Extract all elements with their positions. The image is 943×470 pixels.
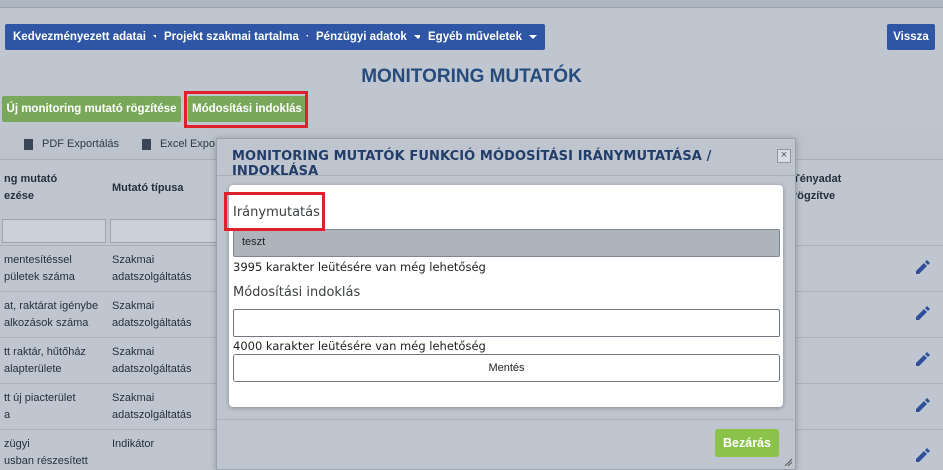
header-line: ezése [4,190,34,202]
cell-line: Szakmai [112,254,155,266]
nav-label: Projekt szakmai tartalma [164,31,299,43]
pdf-export-button[interactable]: PDF Exportálás [24,138,119,150]
modal-divider [217,175,797,176]
nav-penzugyi-adatok[interactable]: Pénzügyi adatok [308,24,430,50]
cell-line: Szakmai [112,300,155,312]
table-row-name: zügyi usban részesített [4,436,88,470]
edit-pencil-icon[interactable] [913,258,931,276]
guidance-textarea[interactable]: teszt [233,229,780,257]
table-row-name: tt új piacterület a [4,390,76,424]
reason-textarea[interactable] [233,309,780,337]
cell-line: Szakmai [112,392,155,404]
header-line: Tényadat [793,173,842,185]
header-line: rögzítve [793,190,836,202]
page-title: MONITORING MUTATÓK [361,66,582,87]
cell-line: alapterülete [4,363,62,375]
top-strip [0,0,943,8]
reason-label: Módosítási indoklás [233,285,361,300]
highlight-box-justify-button [184,91,308,128]
cell-line: a [4,409,11,421]
nav-projekt-szakmai-tartalma[interactable]: Projekt szakmai tartalma [156,24,322,50]
back-button[interactable]: Vissza [887,24,935,50]
table-row-type: Szakmai adatszolgáltatás [112,344,192,378]
edit-pencil-icon[interactable] [913,350,931,368]
cell-line: Indikátor [112,438,155,450]
filter-input-type[interactable] [110,219,220,243]
column-header-type: Mutató típusa [112,182,184,194]
table-row-name: at, raktárat igénybe alkozások száma [4,298,98,332]
cell-line: adatszolgáltatás [112,363,192,375]
cell-line: at, raktárat igénybe [4,300,99,312]
modal-footer-divider [217,419,797,420]
justification-modal: MONITORING MUTATÓK FUNKCIÓ MÓDOSÍTÁSI IR… [216,138,797,470]
cell-line: Szakmai [112,346,155,358]
cell-line: adatszolgáltatás [112,317,192,329]
cell-line: zügyi [4,438,30,450]
column-header-name: ng mutató ezése [4,171,57,205]
pdf-file-icon [24,138,33,150]
nav-label: Egyéb műveletek [428,31,522,43]
new-indicator-button[interactable]: Új monitoring mutató rögzítése [2,96,181,122]
cell-line: tt raktár, hűtőház [4,346,86,358]
excel-export-button[interactable]: Excel Expo [142,138,215,150]
cell-line: usban részesített [4,455,88,467]
cell-line: alkozások száma [4,317,89,329]
table-row-type: Szakmai adatszolgáltatás [112,298,192,332]
excel-export-label: Excel Expo [160,138,216,150]
header-line: ng mutató [4,173,58,185]
edit-pencil-icon[interactable] [913,396,931,414]
save-button[interactable]: Mentés [233,354,780,382]
table-row-type: Szakmai adatszolgáltatás [112,252,192,286]
nav-egyeb-muveletek[interactable]: Egyéb műveletek [420,24,545,50]
table-row-name: tt raktár, hűtőház alapterülete [4,344,86,378]
caret-down-icon [528,35,537,39]
edit-pencil-icon[interactable] [913,446,931,464]
cell-line: mentesítéssel [4,254,72,266]
nav-kedvezmenyezett-adatai[interactable]: Kedvezményezett adatai [5,24,169,50]
nav-label: Pénzügyi adatok [316,31,407,43]
cell-line: tt új piacterület [4,392,76,404]
pdf-export-label: PDF Exportálás [42,138,120,150]
resize-grip-icon[interactable] [784,458,792,466]
guidance-char-hint: 3995 karakter leütésére van még lehetősé… [233,260,486,274]
cell-line: adatszolgáltatás [112,271,192,283]
table-row-name: mentesítéssel pületek száma [4,252,75,286]
highlight-box-guidance-label [224,192,325,231]
table-row-type: Szakmai adatszolgáltatás [112,390,192,424]
close-icon[interactable]: × [777,149,791,163]
reason-char-hint: 4000 karakter leütésére van még lehetősé… [233,339,486,353]
cell-line: adatszolgáltatás [112,409,192,421]
nav-label: Kedvezményezett adatai [13,31,146,43]
cell-line: pületek száma [4,271,75,283]
table-row-type: Indikátor [112,436,154,453]
filter-input-name[interactable] [2,219,106,243]
close-button[interactable]: Bezárás [715,429,779,457]
column-header-actual: Tényadat rögzítve [793,171,841,205]
edit-pencil-icon[interactable] [913,304,931,322]
excel-file-icon [142,138,151,150]
